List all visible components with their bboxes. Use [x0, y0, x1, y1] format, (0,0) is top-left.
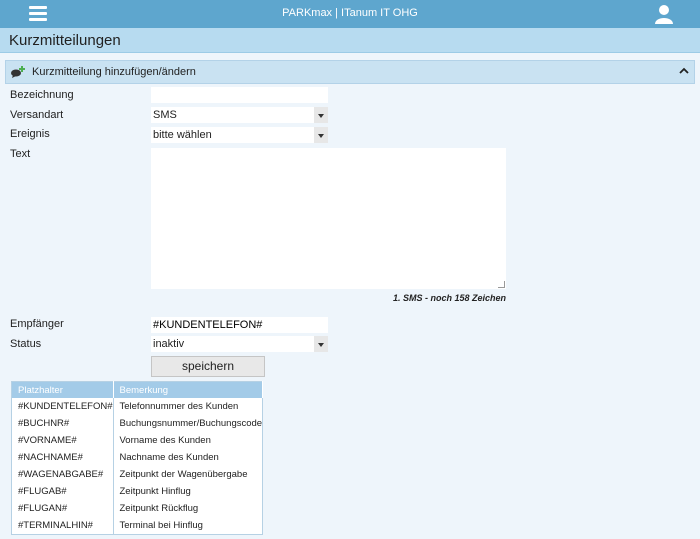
save-button[interactable]: speichern: [151, 356, 265, 377]
placeholder-cell: #FLUGAB#: [11, 483, 114, 500]
placeholder-cell: #WAGENABGABE#: [11, 466, 114, 483]
table-row: #BUCHNR# Buchungsnummer/Buchungscode: [11, 415, 264, 432]
remark-cell: Buchungsnummer/Buchungscode: [113, 415, 264, 432]
table-header-row: Platzhalter Bemerkung: [11, 381, 264, 398]
table-row: #FLUGAB# Zeitpunkt Hinflug: [11, 483, 264, 500]
table-row: #VORNAME# Vorname des Kunden: [11, 432, 264, 449]
app-title: PARKmax | ITanum IT OHG: [282, 7, 418, 19]
placeholder-cell: #FLUGAN#: [11, 500, 114, 517]
remark-cell: Terminal bei Hinflug: [113, 517, 264, 535]
remark-cell: Zeitpunkt Rückflug: [113, 500, 264, 517]
ereignis-select[interactable]: bitte wählen: [151, 127, 328, 143]
placeholder-cell: #NACHNAME#: [11, 449, 114, 466]
user-icon[interactable]: [655, 4, 673, 24]
column-header: Bemerkung: [113, 381, 264, 398]
empfaenger-label: Empfänger: [10, 318, 64, 330]
remark-cell: Vorname des Kunden: [113, 432, 264, 449]
remark-cell: Zeitpunkt Hinflug: [113, 483, 264, 500]
chevron-down-icon: [314, 107, 328, 123]
table-row: #WAGENABGABE# Zeitpunkt der Wagenübergabe: [11, 466, 264, 483]
ereignis-label: Ereignis: [10, 128, 50, 140]
placeholder-cell: #BUCHNR#: [11, 415, 114, 432]
bezeichnung-input[interactable]: [151, 87, 328, 103]
sms-counter: 1. SMS - noch 158 Zeichen: [392, 293, 506, 303]
empfaenger-input[interactable]: [151, 317, 328, 333]
section-label: Kurzmitteilung hinzufügen/ändern: [32, 66, 196, 78]
versandart-select[interactable]: SMS: [151, 107, 328, 123]
versandart-value: SMS: [153, 109, 177, 121]
versandart-label: Versandart: [10, 109, 64, 121]
placeholder-cell: #VORNAME#: [11, 432, 114, 449]
status-value: inaktiv: [153, 338, 185, 350]
remark-cell: Nachname des Kunden: [113, 449, 264, 466]
ereignis-value: bitte wählen: [153, 129, 212, 141]
table-row: #NACHNAME# Nachname des Kunden: [11, 449, 264, 466]
title-bar: Kurzmitteilungen: [0, 28, 700, 53]
top-bar: PARKmax | ITanum IT OHG: [0, 0, 700, 28]
status-select[interactable]: inaktiv: [151, 336, 328, 352]
chevron-down-icon: [314, 336, 328, 352]
chat-add-icon: [11, 66, 25, 78]
chevron-down-icon: [314, 127, 328, 143]
table-row: #KUNDENTELEFON# Telefonnummer des Kunden: [11, 398, 264, 415]
resize-handle-icon[interactable]: [498, 281, 505, 288]
table-row: #TERMINALHIN# Terminal bei Hinflug: [11, 517, 264, 535]
page-title: Kurzmitteilungen: [9, 32, 121, 49]
text-label: Text: [10, 148, 31, 160]
column-header: Platzhalter: [11, 381, 114, 398]
bezeichnung-label: Bezeichnung: [10, 89, 74, 101]
status-label: Status: [10, 338, 42, 350]
section-header[interactable]: Kurzmitteilung hinzufügen/ändern: [5, 60, 695, 84]
text-textarea[interactable]: [151, 148, 506, 289]
placeholder-table: Platzhalter Bemerkung #KUNDENTELEFON# Tel…: [11, 381, 264, 535]
chevron-up-icon[interactable]: [678, 65, 690, 77]
remark-cell: Zeitpunkt der Wagenübergabe: [113, 466, 264, 483]
placeholder-cell: #KUNDENTELEFON#: [11, 398, 114, 415]
remark-cell: Telefonnummer des Kunden: [113, 398, 264, 415]
placeholder-cell: #TERMINALHIN#: [11, 517, 114, 535]
table-row: #FLUGAN# Zeitpunkt Rückflug: [11, 500, 264, 517]
